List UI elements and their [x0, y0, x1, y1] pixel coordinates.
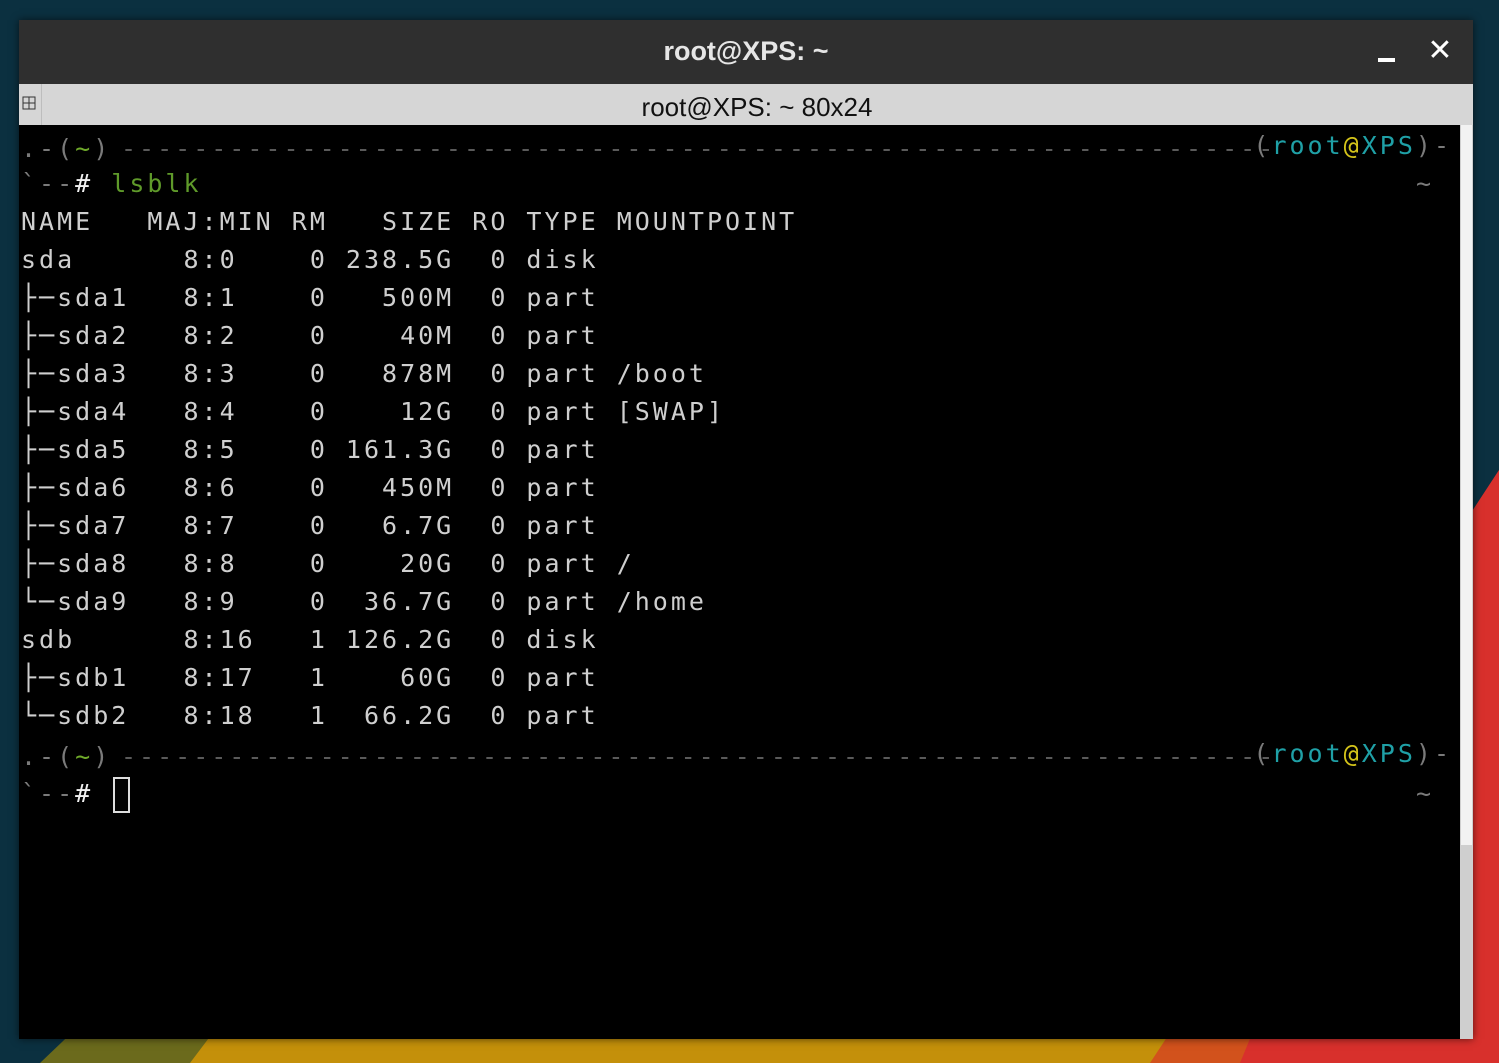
prompt-line: .-(~)	[21, 130, 111, 168]
minimize-icon	[1378, 58, 1395, 62]
prompt-at: @	[1343, 131, 1362, 160]
output-row: ├─sda4 8:4 0 12G 0 part [SWAP]	[21, 397, 725, 426]
output-row: ├─sda2 8:2 0 40M 0 part	[21, 321, 617, 350]
paren-close: )-	[1415, 739, 1452, 768]
output-row: ├─sda3 8:3 0 878M 0 part /boot	[21, 359, 707, 388]
prompt-tilde-right: ~	[1416, 775, 1434, 813]
prompt-userhost: (root@XPS)-	[1253, 735, 1452, 773]
tilde-right: ~	[1415, 169, 1434, 198]
prompt-dir: ~	[75, 742, 94, 771]
output-row: ├─sda8 8:8 0 20G 0 part /	[21, 549, 635, 578]
close-button[interactable]: ✕	[1423, 34, 1457, 68]
output-row: ├─sda6 8:6 0 450M 0 part	[21, 473, 617, 502]
output-row: ├─sda5 8:5 0 161.3G 0 part	[21, 435, 617, 464]
tab-bar: root@XPS: ~ 80x24	[19, 84, 1473, 125]
tilde-right: ~	[1415, 779, 1434, 808]
scrollbar-thumb[interactable]	[1461, 125, 1472, 845]
prompt-userhost: (root@XPS)-	[1253, 127, 1452, 165]
tab-title[interactable]: root@XPS: ~ 80x24	[41, 92, 1473, 123]
window-title: root@XPS: ~	[663, 36, 829, 66]
prompt-tilde-right: ~	[1416, 165, 1434, 203]
window-titlebar[interactable]: root@XPS: ~ ✕	[19, 20, 1473, 84]
prompt-user: root	[1271, 131, 1344, 160]
prompt-host: XPS	[1361, 739, 1416, 768]
prompt-at: @	[1343, 739, 1362, 768]
prompt-rule: ----------------------------------------…	[121, 742, 1273, 771]
close-icon: ✕	[1427, 33, 1453, 68]
prompt-line: .-(~)	[21, 738, 111, 776]
prompt-rule: ----------------------------------------…	[121, 134, 1273, 163]
output-row: sdb 8:16 1 126.2G 0 disk	[21, 625, 617, 654]
prompt-user: root	[1271, 739, 1344, 768]
paren-open: (	[1253, 131, 1272, 160]
output-row: └─sda9 8:9 0 36.7G 0 part /home	[21, 587, 707, 616]
terminal-window: root@XPS: ~ ✕ root@XPS: ~ 80x24 .-(~) --…	[19, 20, 1473, 1039]
output-row: ├─sda7 8:7 0 6.7G 0 part	[21, 511, 617, 540]
paren-close: )-	[1415, 131, 1452, 160]
command-text: lsblk	[111, 169, 202, 198]
prompt-hash: #	[75, 779, 94, 808]
prompt-close: )	[93, 742, 112, 771]
text-cursor[interactable]	[113, 777, 131, 813]
prompt-hash: #	[75, 169, 94, 198]
prompt-open: .-(	[21, 134, 76, 163]
prompt-host: XPS	[1361, 131, 1416, 160]
output-row: ├─sda1 8:1 0 500M 0 part	[21, 283, 617, 312]
input-line[interactable]: `--#	[21, 775, 131, 813]
split-terminal-icon[interactable]	[22, 96, 36, 110]
vertical-scrollbar[interactable]	[1460, 125, 1473, 1039]
prompt-close: )	[93, 134, 112, 163]
prompt-open: .-(	[21, 742, 76, 771]
command-line: `--# lsblk	[21, 165, 202, 203]
minimize-button[interactable]	[1369, 34, 1403, 68]
prompt-dir: ~	[75, 134, 94, 163]
paren-open: (	[1253, 739, 1272, 768]
output-row: └─sdb2 8:18 1 66.2G 0 part	[21, 701, 617, 730]
output-row: ├─sdb1 8:17 1 60G 0 part	[21, 663, 617, 692]
output-header: NAME MAJ:MIN RM SIZE RO TYPE MOUNTPOINT	[21, 207, 798, 236]
prompt-lead: `--	[21, 169, 76, 198]
prompt-lead: `--	[21, 779, 76, 808]
terminal-output[interactable]: .-(~) ----------------------------------…	[19, 125, 1460, 1039]
output-row: sda 8:0 0 238.5G 0 disk	[21, 245, 617, 274]
